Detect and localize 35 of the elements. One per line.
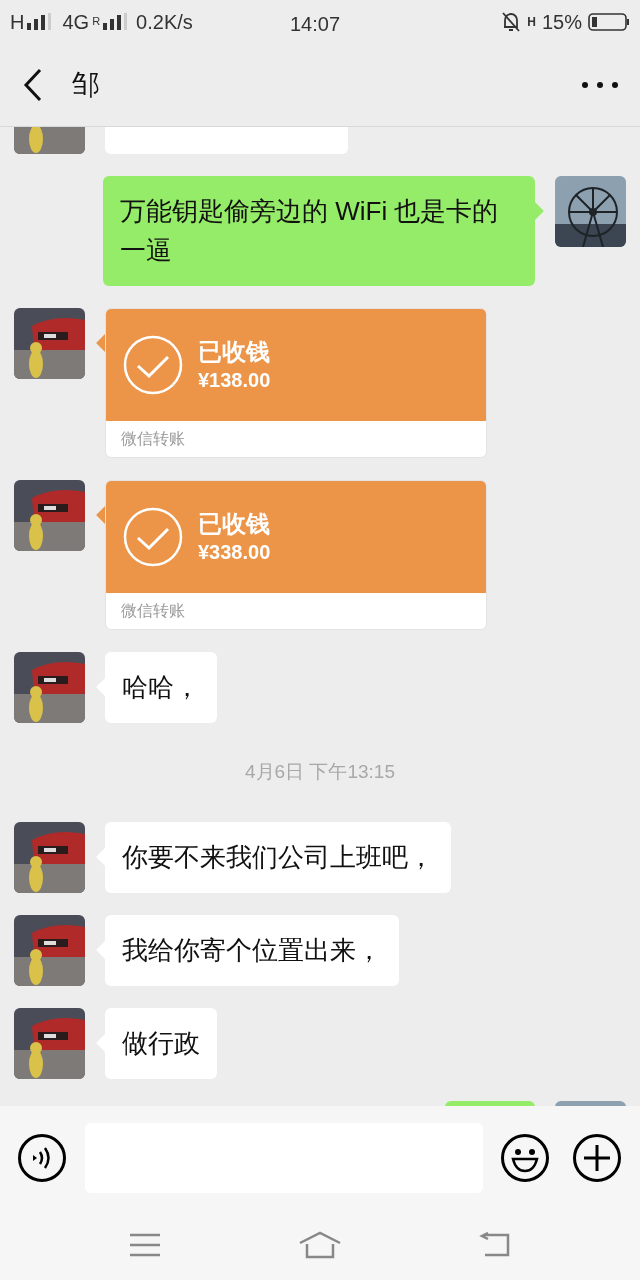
signal-icon — [103, 13, 130, 31]
plus-icon — [582, 1143, 612, 1173]
network-label: H — [10, 10, 25, 35]
message-bubble: 你要不来我们公司上班吧， — [105, 822, 451, 893]
transfer-status: 已收钱 — [198, 509, 271, 539]
clock: 14:07 — [290, 12, 341, 37]
home-button[interactable] — [298, 1231, 342, 1259]
back-nav-button[interactable] — [479, 1232, 512, 1258]
voice-button[interactable] — [18, 1134, 66, 1182]
transfer-amount: ¥338.00 — [198, 540, 271, 565]
network-label: H — [527, 14, 536, 31]
speed-label: 0.2K/s — [136, 10, 193, 35]
menu-button[interactable] — [128, 1232, 161, 1258]
add-button[interactable] — [573, 1134, 621, 1182]
signal-icon — [27, 13, 54, 31]
transfer-label: 微信转账 — [121, 429, 185, 449]
network-label: 4G — [62, 10, 90, 35]
roaming-label: R — [92, 14, 101, 29]
chat-title: 邹 — [72, 68, 100, 102]
message-bubble: 万能钥匙偷旁边的 WiFi 也是卡的一逼 — [103, 176, 535, 286]
bell-off-icon — [501, 11, 522, 33]
transfer-card[interactable]: 已收钱 ¥338.00 微信转账 — [105, 480, 487, 630]
transfer-card[interactable]: 已收钱 ¥138.00 微信转账 — [105, 308, 487, 458]
checkmark-icon — [123, 507, 183, 567]
checkmark-icon — [123, 335, 183, 395]
battery-icon — [588, 13, 630, 31]
message-bubble: 做行政 — [105, 1008, 217, 1079]
message-bubble: 我给你寄个位置出来， — [105, 915, 399, 986]
transfer-amount: ¥138.00 — [198, 368, 271, 393]
message-bubble: 哈哈， — [105, 652, 217, 723]
battery-percent: 15% — [541, 10, 582, 35]
transfer-label: 微信转账 — [121, 601, 185, 621]
emoji-button[interactable] — [501, 1134, 549, 1182]
transfer-status: 已收钱 — [198, 337, 271, 367]
timestamp: 4月6日 下午13:15 — [245, 760, 395, 785]
